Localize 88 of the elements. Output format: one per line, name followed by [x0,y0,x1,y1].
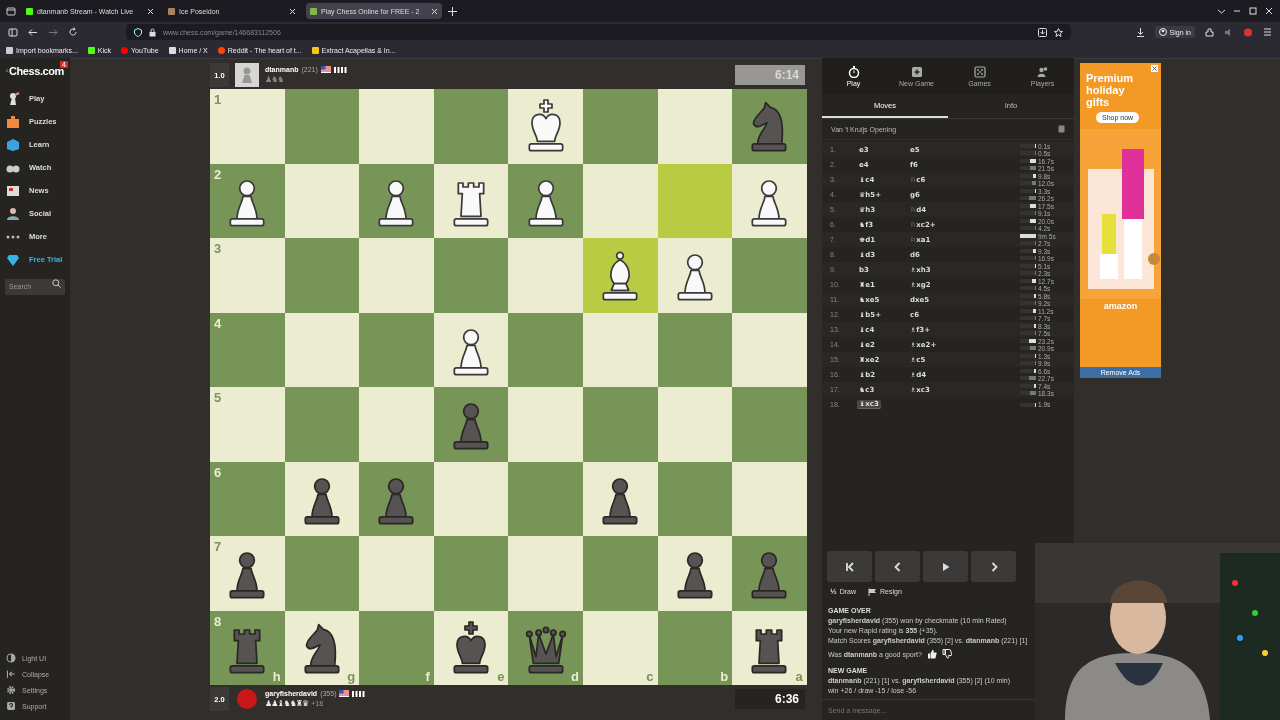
tab-menu-icon[interactable] [1217,7,1226,15]
back-icon[interactable] [28,27,38,37]
file-label: h [272,669,281,684]
board-square[interactable] [508,89,583,164]
help-icon [6,701,16,711]
bookmark-icon [168,46,176,54]
board-square[interactable] [359,163,434,238]
file-label: e [497,669,505,684]
rank-label: 5 [214,390,222,405]
file-label: a [795,669,803,684]
extensions-icon[interactable] [1205,27,1214,37]
board-square[interactable] [284,461,360,536]
bookmark-icon [87,46,95,54]
search-icon[interactable] [52,278,61,288]
flag-icon [868,587,877,596]
board-square[interactable] [657,238,733,313]
people-icon [1036,65,1049,78]
file-label: d [571,669,579,684]
lock-icon [149,27,156,37]
newspaper-icon [6,183,20,198]
rank-label: 4 [214,315,222,331]
captured-pieces: ♟♟♝♞♞♜♛ [265,699,309,708]
board-square[interactable] [433,163,509,238]
file-label: g [347,669,356,684]
ad-brand: amazon [1102,301,1139,311]
speaker-icon[interactable] [1224,27,1233,37]
board-square[interactable] [433,312,509,387]
tab-list-icon[interactable] [6,6,16,16]
play-icon [940,561,951,572]
tab-favicon [26,7,33,15]
minimize-icon[interactable] [1232,7,1242,15]
puzzle-icon [6,114,20,129]
player-clock: 6:36 [735,689,805,709]
first-move-button[interactable] [827,551,872,582]
bookmark-icon [217,46,225,54]
avatar-icon [235,687,259,711]
sidebar-icon[interactable] [8,27,18,37]
flag-icon [339,690,350,697]
file-label: b [720,669,729,684]
board-square[interactable] [433,387,509,462]
rank-label: 2 [214,166,222,182]
flag-icon [320,66,331,73]
bookmark-star-icon[interactable] [1054,27,1063,37]
rating-bars-icon [352,690,367,697]
rank-label: 1 [214,92,222,107]
collapse-icon [6,669,16,679]
settings-icon [6,685,16,695]
menu-icon[interactable] [1263,28,1272,36]
board-square[interactable] [582,461,658,536]
file-label: c [646,669,654,684]
rank-label: 8 [214,613,222,629]
avatar-icon [235,63,259,87]
people-icon [6,206,20,221]
maximize-icon[interactable] [1248,7,1258,15]
install-icon[interactable] [1038,27,1047,37]
captured-pieces: ♟♞♞ [265,75,284,84]
chevron-left-icon [892,561,903,572]
board-square[interactable] [582,238,658,313]
board-square[interactable] [508,163,583,238]
board-square[interactable] [657,536,733,611]
player-clock: 6:14 [735,65,805,85]
file-label: f [425,669,430,684]
first-icon [844,561,855,572]
forward-icon[interactable] [48,27,58,37]
thumbs-up-icon[interactable] [926,649,937,659]
tab-favicon [310,7,317,15]
extension-icon[interactable] [1243,27,1253,37]
reload-icon[interactable] [68,27,78,37]
rank-label: 3 [214,241,222,256]
ad-headline: Premium holiday gifts [1085,71,1135,110]
bookmark-icon [311,46,319,54]
rating-bars-icon [333,66,348,73]
bookmark-icon [121,46,129,54]
dice-icon [973,65,986,78]
contrast-icon [6,653,16,663]
download-icon[interactable] [1135,27,1145,37]
tab-favicon [168,7,175,15]
account-icon [1158,28,1167,36]
bookmark-icon [6,46,13,54]
rank-label: 7 [214,539,222,554]
stopwatch-icon [847,65,860,78]
diamond-icon [6,252,20,267]
rank-label: 6 [214,464,222,480]
shield-icon [134,27,142,37]
new-tab-icon[interactable] [448,6,457,16]
thumbs-down-icon[interactable] [941,649,952,659]
board-square[interactable] [732,163,807,238]
plus-icon [910,65,923,78]
